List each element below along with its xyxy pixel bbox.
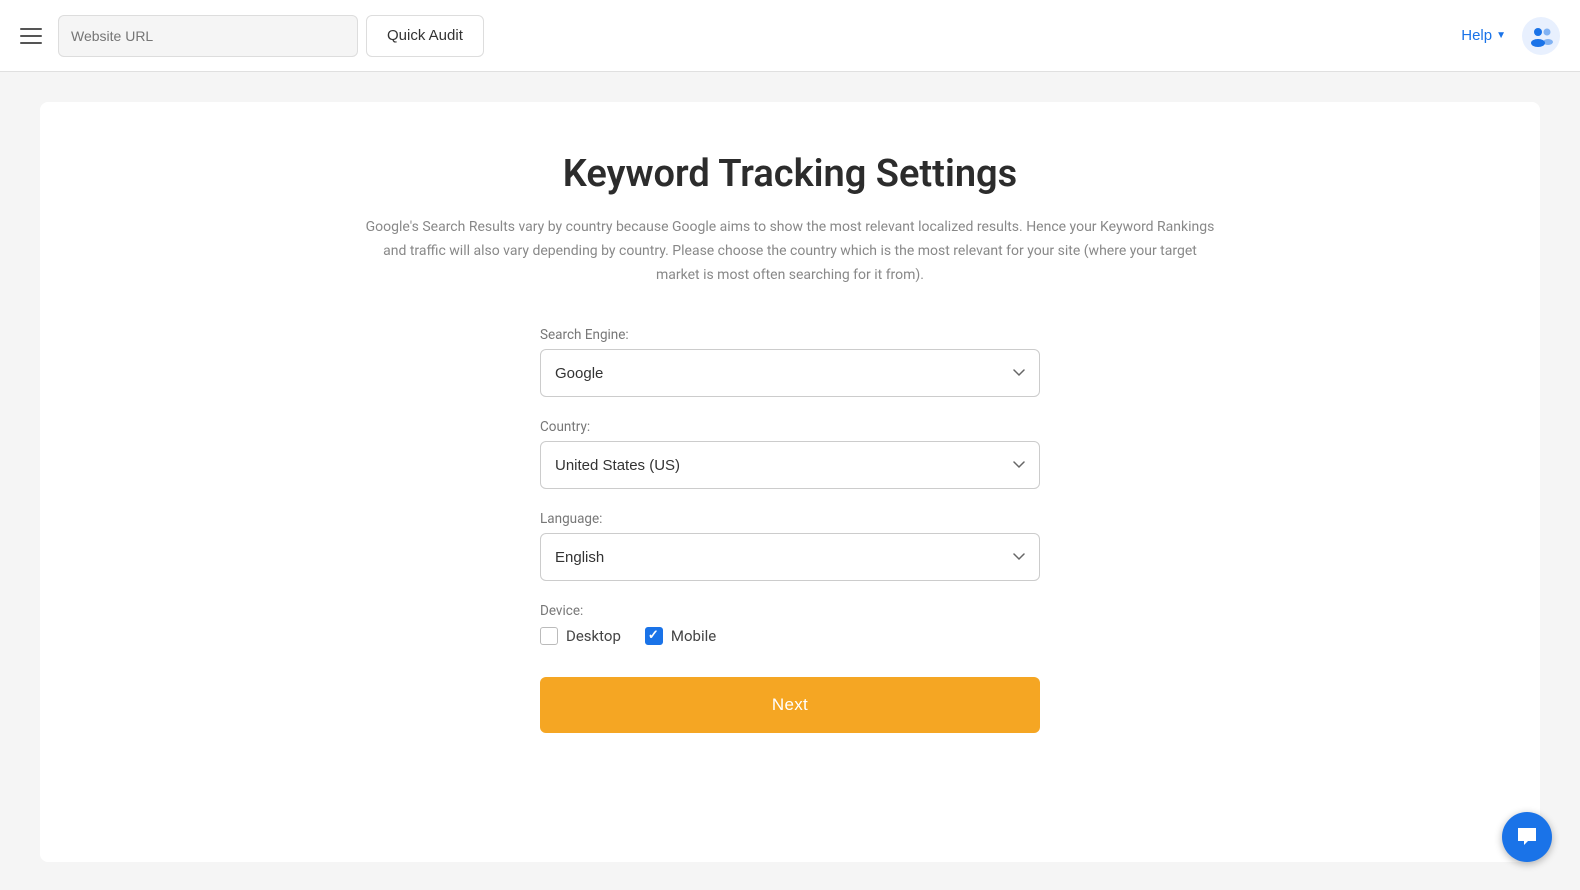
desktop-checkbox[interactable]: [540, 627, 558, 645]
language-select[interactable]: English Spanish French German: [540, 533, 1040, 581]
website-url-input[interactable]: [58, 15, 358, 57]
language-group: Language: English Spanish French German: [540, 511, 1040, 581]
country-label: Country:: [540, 419, 1040, 435]
page-title: Keyword Tracking Settings: [563, 152, 1017, 196]
device-group: Device: Desktop Mobile: [540, 603, 1040, 645]
mobile-checkbox-item[interactable]: Mobile: [645, 627, 716, 645]
search-engine-group: Search Engine: Google Bing Yahoo: [540, 327, 1040, 397]
main-content: Keyword Tracking Settings Google's Searc…: [0, 72, 1580, 890]
checkbox-row: Desktop Mobile: [540, 627, 1040, 645]
country-group: Country: United States (US) United Kingd…: [540, 419, 1040, 489]
hamburger-menu[interactable]: [20, 28, 42, 44]
search-engine-label: Search Engine:: [540, 327, 1040, 343]
mobile-label: Mobile: [671, 627, 716, 645]
country-select[interactable]: United States (US) United Kingdom (UK) C…: [540, 441, 1040, 489]
header-right: Help: [1461, 17, 1560, 55]
device-label: Device:: [540, 603, 1040, 619]
chat-button[interactable]: [1502, 812, 1552, 862]
desktop-checkbox-item[interactable]: Desktop: [540, 627, 621, 645]
mobile-checkbox[interactable]: [645, 627, 663, 645]
form-container: Search Engine: Google Bing Yahoo Country…: [540, 327, 1040, 733]
desktop-label: Desktop: [566, 627, 621, 645]
next-button[interactable]: Next: [540, 677, 1040, 733]
header: Quick Audit Help: [0, 0, 1580, 72]
language-label: Language:: [540, 511, 1040, 527]
page-description: Google's Search Results vary by country …: [360, 216, 1220, 287]
search-engine-select[interactable]: Google Bing Yahoo: [540, 349, 1040, 397]
help-button[interactable]: Help: [1461, 27, 1506, 44]
quick-audit-button[interactable]: Quick Audit: [366, 15, 484, 57]
settings-card: Keyword Tracking Settings Google's Searc…: [40, 102, 1540, 862]
user-avatar[interactable]: [1522, 17, 1560, 55]
